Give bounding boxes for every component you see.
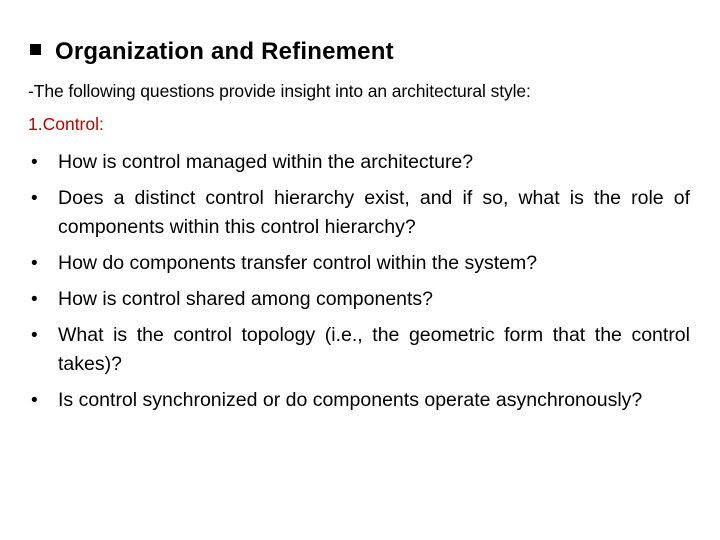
question-text: Does a distinct control hierarchy exist,… [58, 187, 690, 238]
question-list: • How is control managed within the arch… [28, 148, 690, 422]
square-bullet-icon [30, 44, 41, 56]
question-text: What is the control topology (i.e., the … [58, 324, 690, 375]
list-item: • How is control managed within the arch… [28, 148, 690, 177]
question-text: How do components transfer control withi… [58, 252, 538, 274]
bullet-icon: • [31, 325, 38, 346]
slide: Organization and Refinement -The followi… [0, 0, 720, 540]
heading-text: Organization and Refinement [55, 38, 394, 65]
question-text: Is control synchronized or do components… [58, 389, 643, 411]
list-item: • What is the control topology (i.e., th… [28, 321, 690, 379]
bullet-icon: • [31, 188, 38, 209]
list-item: • Does a distinct control hierarchy exis… [28, 184, 690, 242]
section-label: 1.Control: [28, 114, 104, 134]
slide-heading: Organization and Refinement [30, 38, 394, 66]
list-item: • How is control shared among components… [28, 285, 690, 314]
list-item: • How do components transfer control wit… [28, 249, 690, 278]
bullet-icon: • [31, 390, 38, 411]
list-item: • Is control synchronized or do componen… [28, 386, 690, 415]
question-text: How is control managed within the archit… [58, 151, 474, 173]
intro-text: -The following questions provide insight… [28, 81, 531, 101]
question-text: How is control shared among components? [58, 288, 434, 310]
bullet-icon: • [31, 152, 38, 173]
bullet-icon: • [31, 289, 38, 310]
bullet-icon: • [31, 253, 38, 274]
